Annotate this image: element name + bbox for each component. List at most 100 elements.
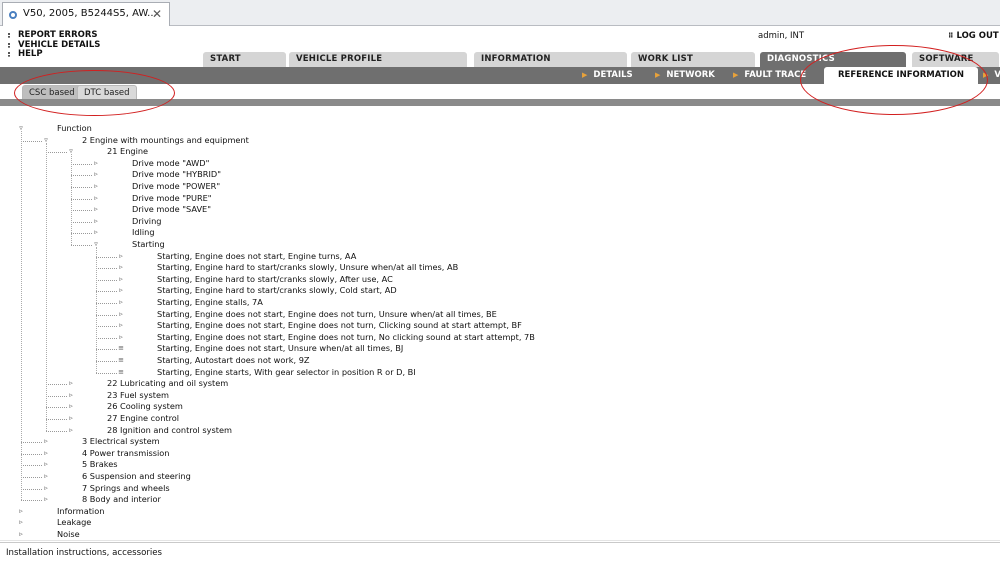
tree-node-label[interactable]: 23 Fuel system — [107, 390, 169, 402]
expand-toggle-icon[interactable]: ▹ — [118, 297, 124, 309]
tree-node-label[interactable]: Starting, Engine starts, With gear selec… — [157, 367, 416, 379]
expand-toggle-icon[interactable]: ▹ — [118, 285, 124, 297]
tree-node-label[interactable]: Starting, Autostart does not work, 9Z — [157, 355, 310, 367]
expand-toggle-icon[interactable]: ▹ — [118, 309, 124, 321]
tree-node[interactable]: ▹ Drive mode "HYBRID" — [0, 169, 1000, 181]
expand-toggle-icon[interactable]: ▹ — [118, 332, 124, 344]
tab-diagnostics[interactable]: DIAGNOSTICS — [759, 51, 907, 67]
expand-toggle-icon[interactable]: ▹ — [68, 425, 74, 437]
tree-node[interactable]: ▹ Starting, Engine does not start, Engine… — [0, 309, 1000, 321]
tab-start[interactable]: START — [202, 51, 287, 67]
expand-toggle-icon[interactable]: ▹ — [43, 436, 49, 448]
expand-toggle-icon[interactable]: ▹ — [118, 320, 124, 332]
tree-node[interactable]: ▹ Starting, Engine hard to start/cranks s… — [0, 262, 1000, 274]
tree-node[interactable]: ▹ 4 Power transmission — [0, 448, 1000, 460]
expand-toggle-icon[interactable]: ▹ — [93, 181, 99, 193]
expand-toggle-icon[interactable]: ▹ — [68, 378, 74, 390]
tree-node-label[interactable]: Starting, Engine stalls, 7A — [157, 297, 263, 309]
tab-dtc-based[interactable]: DTC based — [77, 85, 137, 100]
expand-toggle-icon[interactable]: ▹ — [43, 494, 49, 506]
expand-toggle-icon[interactable]: ▹ — [68, 413, 74, 425]
expand-toggle-icon[interactable]: ▹ — [18, 506, 24, 518]
tree-node[interactable]: ▹ Drive mode "SAVE" — [0, 204, 1000, 216]
tree-node[interactable]: ▹ Leakage — [0, 517, 1000, 529]
tree-node-label[interactable]: Starting, Engine hard to start/cranks sl… — [157, 274, 393, 286]
tree-node-label[interactable]: Starting — [132, 239, 165, 251]
tree-node-label[interactable]: 3 Electrical system — [82, 436, 160, 448]
tree-node[interactable]: ▹ 3 Electrical system — [0, 436, 1000, 448]
tree-node-label[interactable]: 27 Engine control — [107, 413, 179, 425]
tree-node-label[interactable]: Starting, Engine does not start, Engine … — [157, 320, 522, 332]
tree-node-label[interactable]: 5 Brakes — [82, 459, 118, 471]
tree-node-label[interactable]: Drive mode "HYBRID" — [132, 169, 221, 181]
tree-node-label[interactable]: Noise — [57, 529, 80, 541]
tree-node[interactable]: ▹ 6 Suspension and steering — [0, 471, 1000, 483]
tree-node-label[interactable]: Starting, Engine hard to start/cranks sl… — [157, 285, 397, 297]
tree-node-label[interactable]: Function — [57, 123, 92, 135]
tree-node[interactable]: ▹ Starting, Engine stalls, 7A — [0, 297, 1000, 309]
subnav-more[interactable]: V — [983, 67, 1000, 84]
tree-node[interactable]: ▿ 21 Engine — [0, 146, 1000, 158]
subnav-fault-trace[interactable]: FAULT TRACE — [733, 67, 806, 84]
expand-toggle-icon[interactable]: ▹ — [68, 401, 74, 413]
expand-toggle-icon[interactable]: ▹ — [93, 169, 99, 181]
tree-node-label[interactable]: Starting, Engine hard to start/cranks sl… — [157, 262, 458, 274]
subnav-details[interactable]: DETAILS — [582, 67, 632, 84]
tree-node[interactable]: ▹ 26 Cooling system — [0, 401, 1000, 413]
tree-node-label[interactable]: Drive mode "POWER" — [132, 181, 220, 193]
tree-node[interactable]: ▹ Starting, Engine does not start, Engine… — [0, 332, 1000, 344]
expand-toggle-icon[interactable]: ▹ — [93, 216, 99, 228]
tree-node[interactable]: ▹ Starting, Engine hard to start/cranks s… — [0, 274, 1000, 286]
tab-information[interactable]: INFORMATION — [473, 51, 628, 67]
tree-node[interactable]: ▹ 22 Lubricating and oil system — [0, 378, 1000, 390]
expand-toggle-icon[interactable]: ▹ — [118, 251, 124, 263]
tree-node-label[interactable]: 6 Suspension and steering — [82, 471, 191, 483]
expand-toggle-icon[interactable]: ▹ — [68, 390, 74, 402]
tree-node-label[interactable]: Driving — [132, 216, 161, 228]
tree-node-label[interactable]: 22 Lubricating and oil system — [107, 378, 228, 390]
tree-node-label[interactable]: 8 Body and interior — [82, 494, 161, 506]
tree-node-label[interactable]: 7 Springs and wheels — [82, 483, 170, 495]
tree-node[interactable]: ▹ Noise — [0, 529, 1000, 541]
expand-toggle-icon[interactable]: ▹ — [93, 193, 99, 205]
expand-toggle-icon[interactable]: ▹ — [18, 529, 24, 541]
tree-node-label[interactable]: Information — [57, 506, 104, 518]
logout-link[interactable]: LOG OUT — [948, 31, 998, 41]
expand-toggle-icon[interactable]: ▹ — [93, 204, 99, 216]
tree-node-label[interactable]: 21 Engine — [107, 146, 148, 158]
tree-node[interactable]: ≡ Starting, Engine starts, With gear sele… — [0, 367, 1000, 379]
expand-toggle-icon[interactable]: ▹ — [118, 262, 124, 274]
tree-node[interactable]: ▹ Drive mode "AWD" — [0, 158, 1000, 170]
expand-toggle-icon[interactable]: ▹ — [43, 448, 49, 460]
tree-node-label[interactable]: 2 Engine with mountings and equipment — [82, 135, 249, 147]
tree-node[interactable]: ▹ 5 Brakes — [0, 459, 1000, 471]
tree-node[interactable]: ▹ 28 Ignition and control system — [0, 425, 1000, 437]
tree-node[interactable]: ▹ 27 Engine control — [0, 413, 1000, 425]
tree-node-label[interactable]: 26 Cooling system — [107, 401, 183, 413]
tree-node[interactable]: ▹ Driving — [0, 216, 1000, 228]
tree-node-label[interactable]: Starting, Engine does not start, Unsure … — [157, 343, 403, 355]
tab-csc-based[interactable]: CSC based — [22, 85, 82, 100]
tree-node-label[interactable]: Idling — [132, 227, 155, 239]
tree-node[interactable]: ▿ Function — [0, 123, 1000, 135]
tree-node-label[interactable]: Starting, Engine does not start, Engine … — [157, 309, 497, 321]
expand-toggle-icon[interactable]: ▹ — [43, 483, 49, 495]
tree-node[interactable]: ▹ 23 Fuel system — [0, 390, 1000, 402]
tree-node[interactable]: ▹ Drive mode "PURE" — [0, 193, 1000, 205]
expand-toggle-icon[interactable]: ▹ — [118, 274, 124, 286]
tree-node[interactable]: ≡ Starting, Engine does not start, Unsure… — [0, 343, 1000, 355]
tree-node-label[interactable]: 28 Ignition and control system — [107, 425, 232, 437]
tree-node-label[interactable]: Drive mode "PURE" — [132, 193, 212, 205]
tree-node[interactable]: ▹ Starting, Engine does not start, Engine… — [0, 320, 1000, 332]
close-tab-icon[interactable]: ✕ — [152, 3, 162, 25]
expand-toggle-icon[interactable]: ▹ — [18, 517, 24, 529]
browser-tab[interactable]: V50, 2005, B5244S5, AW... ✕ — [2, 2, 170, 26]
subnav-reference-information[interactable]: REFERENCE INFORMATION — [824, 67, 978, 84]
expand-toggle-icon[interactable]: ▹ — [43, 471, 49, 483]
expand-toggle-icon[interactable]: ▹ — [93, 227, 99, 239]
tree-node[interactable]: ▹ Drive mode "POWER" — [0, 181, 1000, 193]
tree-node[interactable]: ▿ 2 Engine with mountings and equipment — [0, 135, 1000, 147]
tree-node[interactable]: ▹ Starting, Engine hard to start/cranks s… — [0, 285, 1000, 297]
tree-node[interactable]: ≡ Starting, Autostart does not work, 9Z — [0, 355, 1000, 367]
tree-node-label[interactable]: Drive mode "AWD" — [132, 158, 209, 170]
